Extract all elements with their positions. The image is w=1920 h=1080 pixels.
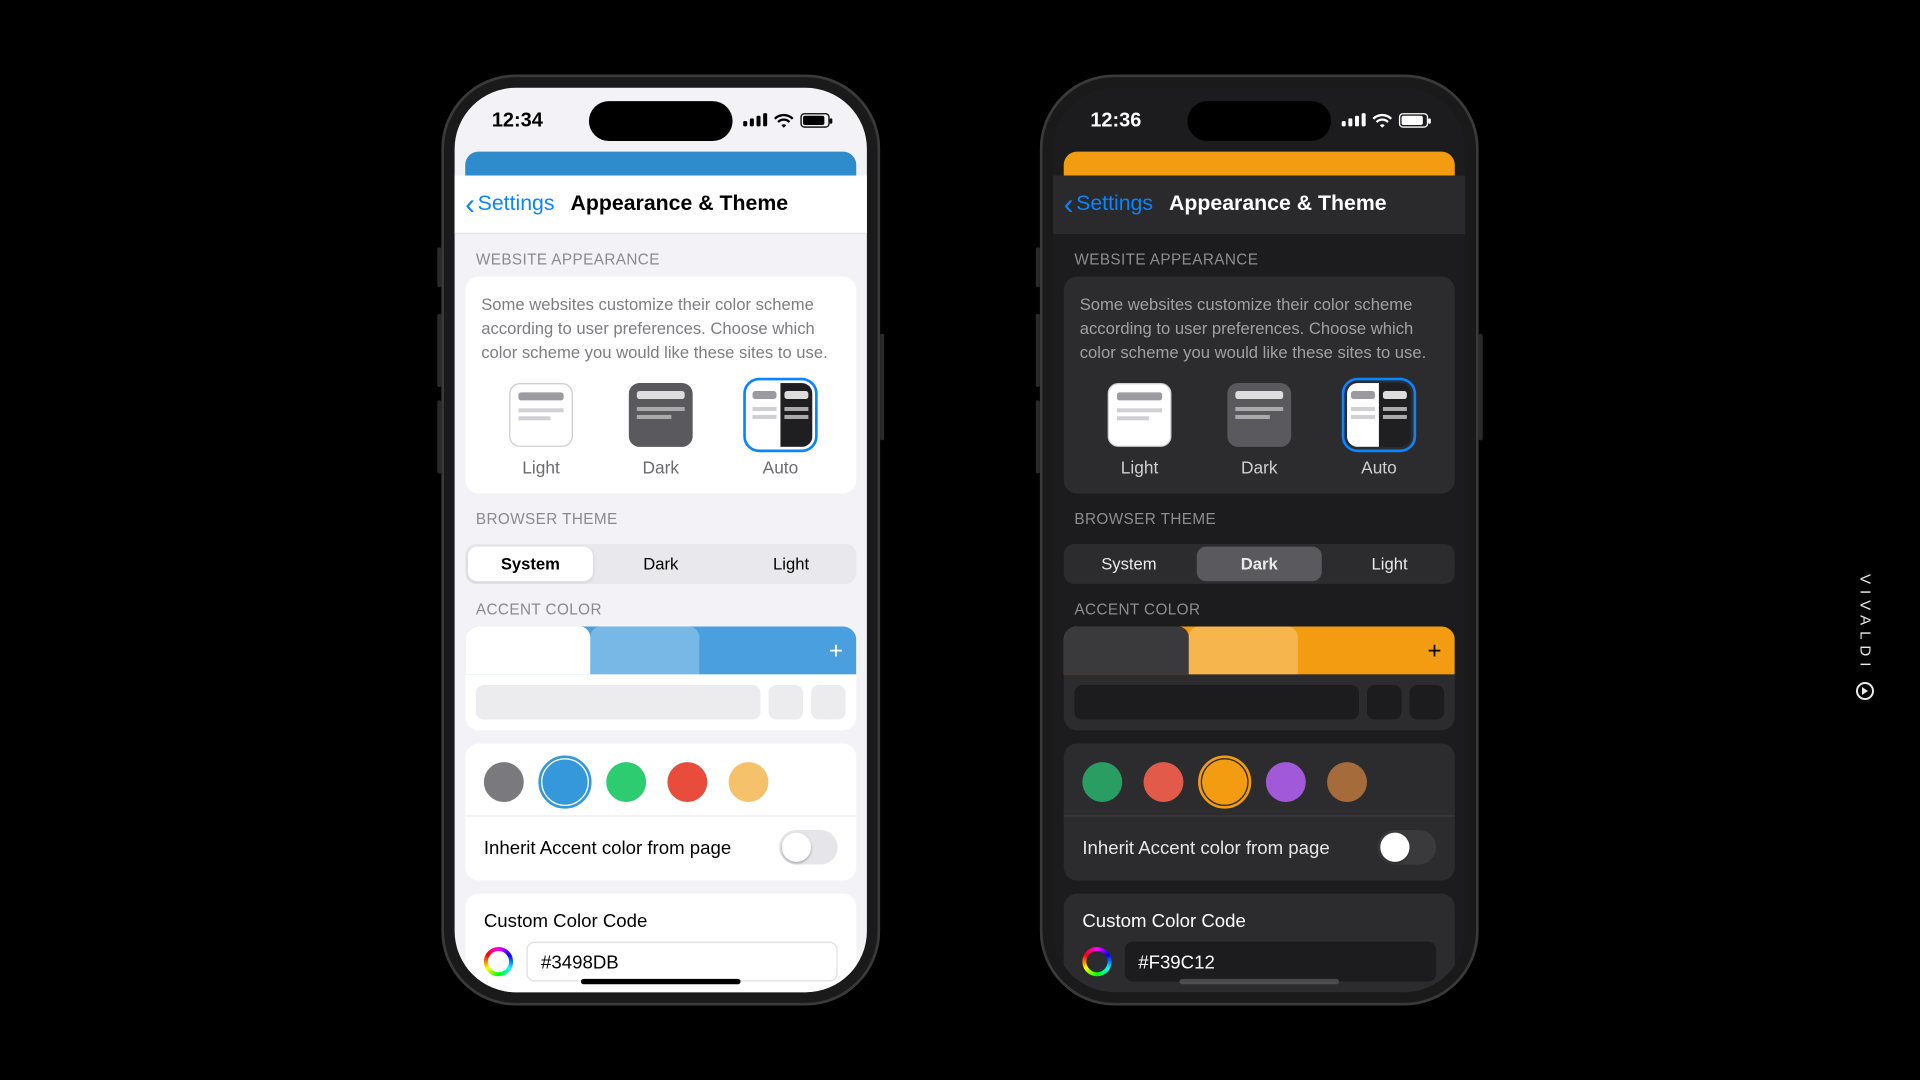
page-title: Appearance & Theme: [570, 192, 788, 216]
scheme-label: Light: [522, 458, 560, 478]
status-time: 12:36: [1090, 108, 1141, 131]
theme-option-system[interactable]: System: [1066, 547, 1191, 582]
custom-color-card: Custom Color Code #F39C12: [1064, 894, 1455, 992]
preview-button: [1367, 685, 1402, 720]
scheme-label: Dark: [642, 458, 679, 478]
scheme-option-auto[interactable]: Auto: [749, 384, 813, 478]
custom-color-card: Custom Color Code #3498DB: [465, 894, 856, 992]
scheme-label: Dark: [1241, 458, 1278, 478]
preview-button: [811, 685, 846, 720]
scheme-option-dark[interactable]: Dark: [629, 384, 693, 478]
section-accent-color: ACCENT COLOR: [1053, 584, 1465, 627]
accent-swatch[interactable]: [545, 763, 585, 803]
browser-theme-segment: System Dark Light: [1064, 544, 1455, 584]
custom-color-title: Custom Color Code: [484, 910, 838, 931]
custom-color-input[interactable]: #F39C12: [1125, 942, 1436, 982]
theme-option-system[interactable]: System: [468, 547, 593, 582]
theme-option-light[interactable]: Light: [1327, 547, 1452, 582]
accent-swatch[interactable]: [606, 763, 646, 803]
scheme-option-dark[interactable]: Dark: [1227, 384, 1291, 478]
wifi-icon: [1372, 112, 1392, 127]
preview-tab: [590, 627, 699, 675]
preview-tab-active: [465, 627, 590, 675]
accent-swatch[interactable]: [729, 763, 769, 803]
cellular-icon: [743, 113, 767, 126]
vivaldi-logo-icon: [1856, 682, 1874, 700]
theme-option-dark[interactable]: Dark: [1197, 547, 1322, 582]
accent-swatch[interactable]: [1266, 763, 1306, 803]
accent-swatch[interactable]: [1327, 763, 1367, 803]
home-indicator: [1179, 979, 1339, 984]
theme-option-dark[interactable]: Dark: [598, 547, 723, 582]
preview-address-bar: [476, 685, 761, 720]
scheme-label: Light: [1121, 458, 1159, 478]
cellular-icon: [1342, 113, 1366, 126]
accent-swatch[interactable]: [1144, 763, 1184, 803]
back-button[interactable]: ‹ Settings: [1064, 190, 1153, 219]
dynamic-island: [589, 101, 733, 141]
accent-swatch-card: Inherit Accent color from page: [465, 744, 856, 881]
preview-button: [768, 685, 803, 720]
preview-tab-active: [1064, 627, 1189, 675]
section-website-appearance: WEBSITE APPEARANCE: [455, 234, 867, 277]
brand-watermark: VIVALDI: [1856, 574, 1874, 700]
section-browser-theme: BROWSER THEME: [455, 494, 867, 537]
scheme-option-light[interactable]: Light: [509, 384, 573, 478]
inherit-accent-toggle[interactable]: [779, 830, 838, 865]
preview-button: [1410, 685, 1445, 720]
wifi-icon: [774, 112, 794, 127]
section-accent-color: ACCENT COLOR: [455, 584, 867, 627]
accent-preview: +: [1064, 627, 1455, 731]
accent-strip: [465, 152, 856, 176]
status-time: 12:34: [492, 108, 543, 131]
accent-swatch[interactable]: [1205, 763, 1245, 803]
accent-swatch[interactable]: [667, 763, 707, 803]
accent-swatch[interactable]: [1082, 763, 1122, 803]
battery-icon: [1399, 112, 1428, 127]
website-appearance-card: Some websites customize their color sche…: [1064, 277, 1455, 494]
website-appearance-card: Some websites customize their color sche…: [465, 277, 856, 494]
accent-preview: +: [465, 627, 856, 731]
preview-tab: [1189, 627, 1298, 675]
scheme-label: Auto: [1361, 458, 1397, 478]
accent-swatch[interactable]: [484, 763, 524, 803]
color-picker-icon[interactable]: [1082, 947, 1111, 976]
color-picker-icon[interactable]: [484, 947, 513, 976]
scheme-option-auto[interactable]: Auto: [1347, 384, 1411, 478]
home-indicator: [581, 979, 741, 984]
chevron-left-icon: ‹: [465, 190, 475, 219]
nav-bar: ‹ Settings Appearance & Theme: [455, 176, 867, 235]
section-browser-theme: BROWSER THEME: [1053, 494, 1465, 537]
chevron-left-icon: ‹: [1064, 190, 1074, 219]
dynamic-island: [1187, 101, 1331, 141]
accent-swatch-card: Inherit Accent color from page: [1064, 744, 1455, 881]
plus-icon[interactable]: +: [1427, 637, 1441, 665]
inherit-accent-label: Inherit Accent color from page: [484, 837, 731, 858]
theme-option-light[interactable]: Light: [729, 547, 854, 582]
plus-icon[interactable]: +: [829, 637, 843, 665]
battery-icon: [800, 112, 829, 127]
preview-address-bar: [1074, 685, 1359, 720]
browser-theme-segment: System Dark Light: [465, 544, 856, 584]
page-title: Appearance & Theme: [1169, 193, 1387, 217]
nav-bar: ‹ Settings Appearance & Theme: [1053, 176, 1465, 235]
custom-color-input[interactable]: #3498DB: [526, 942, 837, 982]
scheme-option-light[interactable]: Light: [1108, 384, 1172, 478]
inherit-accent-toggle[interactable]: [1378, 830, 1437, 865]
inherit-accent-label: Inherit Accent color from page: [1082, 837, 1329, 858]
scheme-label: Auto: [763, 458, 799, 478]
back-button[interactable]: ‹ Settings: [465, 190, 554, 219]
custom-color-title: Custom Color Code: [1082, 910, 1436, 931]
accent-strip: [1064, 152, 1455, 176]
section-website-appearance: WEBSITE APPEARANCE: [1053, 234, 1465, 277]
